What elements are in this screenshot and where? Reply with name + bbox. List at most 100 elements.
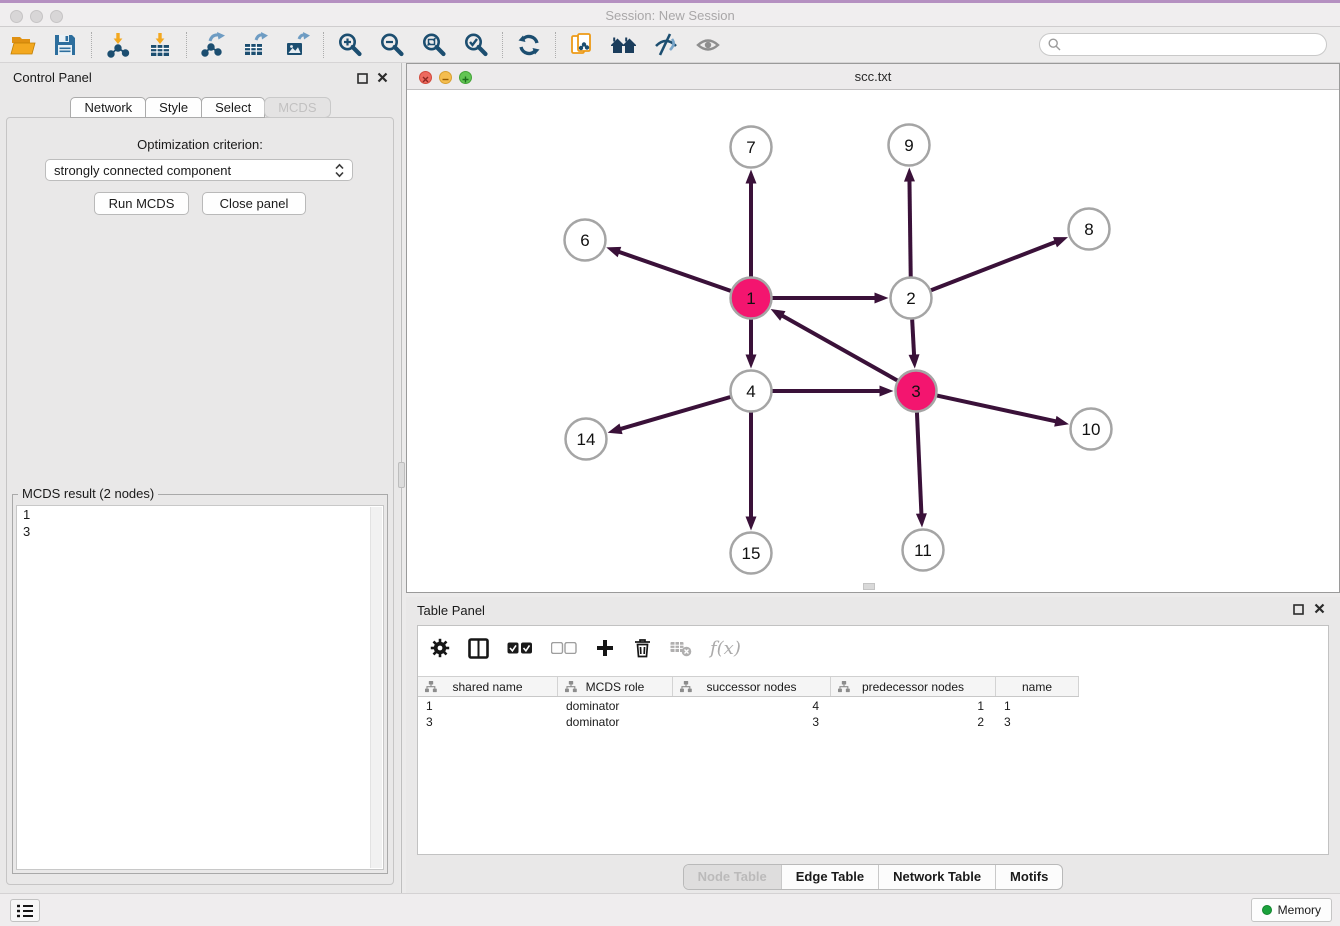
column-header-successor-nodes[interactable]: successor nodes (673, 677, 831, 696)
column-header-mcds-role[interactable]: MCDS role (558, 677, 673, 696)
canvas-grip[interactable] (863, 583, 875, 590)
tab-mcds[interactable]: MCDS (264, 97, 330, 118)
show-panel-icon[interactable] (694, 31, 722, 59)
graph-edge-arrow (916, 513, 927, 527)
export-image-icon[interactable] (283, 31, 311, 59)
table-row[interactable]: 3dominator323 (418, 714, 1328, 730)
graph-edge-4-14[interactable] (617, 397, 730, 430)
criterion-select[interactable]: strongly connected component (45, 159, 353, 181)
gear-icon[interactable] (430, 638, 450, 658)
network-view-window: scc.txt 1234678910111415 (406, 63, 1340, 593)
trash-icon[interactable] (633, 638, 652, 658)
node-table: f(x) shared name MCDS rolesuccessor nodes… (417, 625, 1329, 855)
graph-edge-2-3[interactable] (912, 319, 914, 358)
status-bar: Memory (0, 893, 1340, 926)
graph-edge-2-9[interactable] (909, 177, 910, 276)
columns-icon[interactable] (468, 638, 489, 659)
graph-node-label: 11 (914, 541, 932, 560)
optimization-label: Optimization criterion: (0, 137, 400, 152)
cell-shared-name: 1 (418, 698, 558, 714)
float-window-icon[interactable] (1293, 602, 1304, 620)
tab-select[interactable]: Select (201, 97, 265, 118)
mcds-result-text[interactable]: 13 (16, 505, 384, 870)
refresh-icon[interactable] (515, 31, 543, 59)
table-panel: Table Panel f(x) shared name MCDS rolesuc… (406, 597, 1340, 893)
close-panel-icon[interactable] (1314, 601, 1325, 619)
import-table-icon[interactable] (146, 31, 174, 59)
hide-panel-icon[interactable] (652, 31, 680, 59)
home-icon[interactable] (610, 31, 638, 59)
delete-table-icon (670, 639, 692, 657)
add-icon[interactable] (595, 638, 615, 658)
export-network-icon[interactable] (199, 31, 227, 59)
graph-edge-arrow (606, 247, 621, 257)
clone-network-icon[interactable] (568, 31, 596, 59)
float-window-icon[interactable] (357, 71, 368, 89)
graph-node-label: 15 (742, 544, 761, 563)
graph-node-label: 9 (904, 136, 913, 155)
cell-name: 1 (996, 698, 1079, 714)
close-panel-button[interactable]: Close panel (202, 192, 306, 215)
graph-edge-3-1[interactable] (779, 314, 897, 380)
graph-node-label: 6 (580, 231, 589, 250)
table-toolbar: f(x) (418, 626, 1328, 670)
open-session-icon[interactable] (9, 31, 37, 59)
panel-splitter-handle[interactable] (398, 462, 405, 488)
tab-style[interactable]: Style (145, 97, 202, 118)
graph-edge-arrow (608, 424, 623, 435)
tab-node-table[interactable]: Node Table (684, 865, 781, 889)
tab-motifs[interactable]: Motifs (995, 865, 1062, 889)
run-mcds-button[interactable]: Run MCDS (94, 192, 189, 215)
graph-edge-arrow (1054, 416, 1069, 427)
column-header-shared-name[interactable]: shared name (418, 677, 558, 696)
tab-network[interactable]: Network (70, 97, 146, 118)
save-session-icon[interactable] (51, 31, 79, 59)
memory-button[interactable]: Memory (1251, 898, 1332, 922)
toolbar-separator (502, 32, 503, 58)
cell-successor-nodes: 3 (673, 714, 831, 730)
network-canvas[interactable]: 1234678910111415 (407, 90, 1339, 592)
search-input[interactable] (1066, 37, 1318, 53)
select-all-icon[interactable] (507, 642, 533, 654)
control-panel-title: Control Panel (13, 70, 92, 85)
zoom-selected-icon[interactable] (462, 31, 490, 59)
result-scrollbar[interactable] (370, 507, 382, 868)
mcds-result-group: MCDS result (2 nodes) 13 (12, 494, 388, 874)
graph-edge-1-6[interactable] (616, 251, 731, 291)
deselect-all-icon[interactable] (551, 642, 577, 654)
task-list-button[interactable] (10, 899, 40, 922)
zoom-in-icon[interactable] (336, 31, 364, 59)
column-header-predecessor-nodes[interactable]: predecessor nodes (831, 677, 996, 696)
graph-edge-arrow (904, 167, 915, 181)
graph-node-label: 10 (1082, 420, 1101, 439)
graph-edge-arrow (1053, 237, 1068, 247)
tab-network-table[interactable]: Network Table (878, 865, 995, 889)
graph-edge-2-8[interactable] (931, 241, 1059, 290)
close-panel-icon[interactable] (377, 70, 388, 88)
function-icon: f(x) (710, 638, 741, 659)
export-table-icon[interactable] (241, 31, 269, 59)
zoom-fit-icon[interactable] (420, 31, 448, 59)
table-panel-title: Table Panel (417, 603, 485, 618)
network-window-titlebar[interactable]: scc.txt (407, 64, 1339, 90)
mcds-result-line: 3 (17, 523, 383, 540)
graph-edge-3-11[interactable] (917, 412, 922, 517)
column-header-name[interactable]: name (996, 677, 1079, 696)
table-body: 1dominator4113dominator323 (418, 698, 1328, 730)
column-label: shared name (452, 680, 522, 694)
table-row[interactable]: 1dominator411 (418, 698, 1328, 714)
graph-edge-3-10[interactable] (937, 396, 1059, 423)
cell-successor-nodes: 4 (673, 698, 831, 714)
chevron-up-down-icon (335, 163, 344, 178)
search-box[interactable] (1039, 33, 1327, 56)
graph-edge-arrow (880, 386, 894, 397)
zoom-out-icon[interactable] (378, 31, 406, 59)
control-panel-tabs: NetworkStyleSelectMCDS (0, 97, 400, 119)
column-label: predecessor nodes (862, 680, 964, 694)
import-network-icon[interactable] (104, 31, 132, 59)
network-window-title: scc.txt (407, 69, 1339, 84)
control-panel-header: Control Panel (0, 63, 400, 91)
hierarchy-icon (425, 681, 437, 693)
graph-node-label: 4 (746, 382, 755, 401)
tab-edge-table[interactable]: Edge Table (781, 865, 878, 889)
